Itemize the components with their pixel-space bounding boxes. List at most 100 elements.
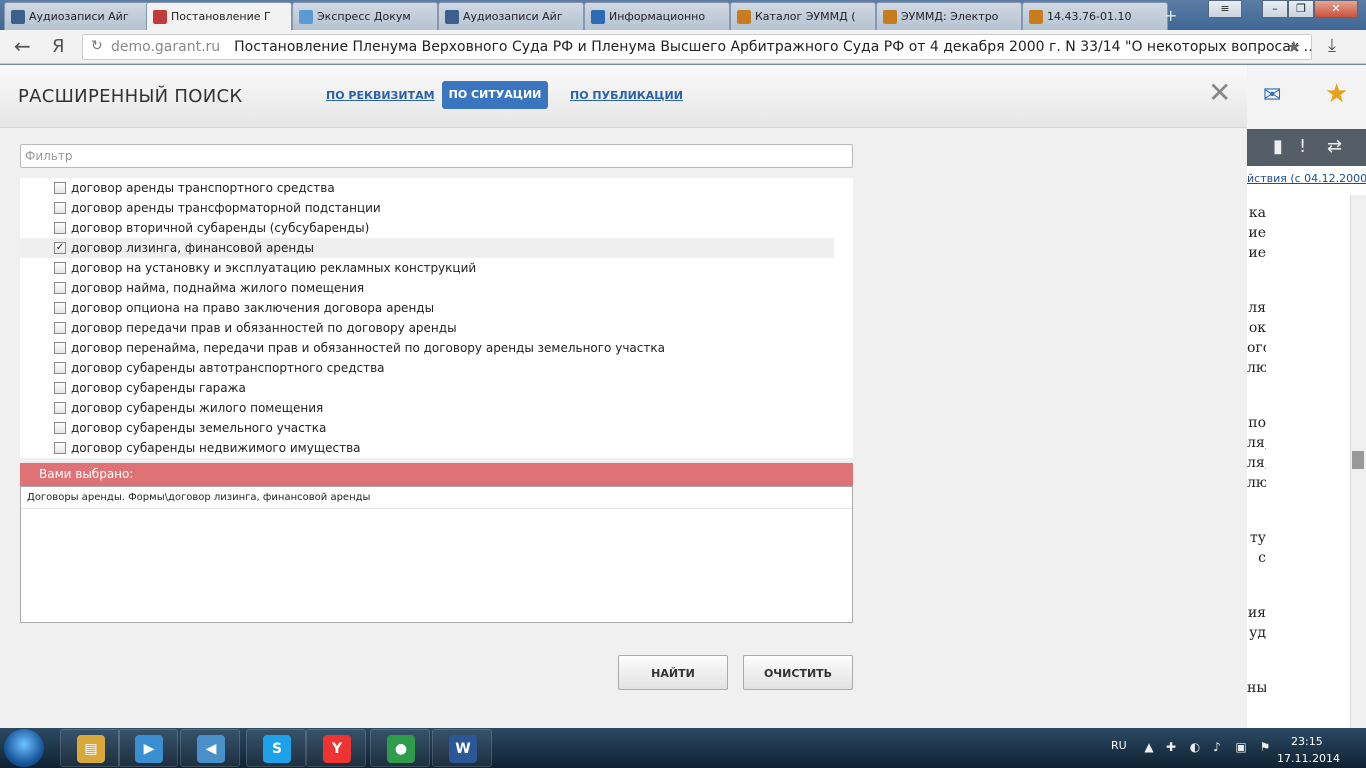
checkbox[interactable]	[54, 262, 66, 274]
play-icon	[11, 10, 25, 24]
advanced-search-dialog: РАСШИРЕННЫЙ ПОИСК ПО РЕКВИЗИТАМ ПО СИТУА…	[0, 65, 1247, 728]
tab-0[interactable]: Аудиозаписи Айг	[4, 2, 150, 30]
find-button[interactable]: НАЙТИ	[618, 655, 728, 690]
tree-item[interactable]: договор перенайма, передачи прав и обяза…	[20, 338, 834, 358]
swap-icon[interactable]: ⇄	[1327, 136, 1342, 157]
tree-item[interactable]: договор на установку и эксплуатацию рекл…	[20, 258, 834, 278]
tab-label: ЭУММД: Электро	[901, 10, 999, 23]
checkbox[interactable]	[54, 282, 66, 294]
checkbox[interactable]	[54, 342, 66, 354]
favorites-star-icon[interactable]: ★	[1325, 79, 1348, 109]
taskbar-app[interactable]: W	[432, 729, 492, 767]
close-dialog-icon[interactable]: ✕	[1208, 79, 1231, 107]
close-window-button[interactable]: ✕	[1314, 0, 1358, 18]
tree-item[interactable]: договор субаренды жилого помещения	[20, 398, 834, 418]
tree-item[interactable]: договор аренды транспортного средства	[20, 178, 834, 198]
document-text-fragment: уд	[1249, 625, 1266, 641]
tree-item-label: договор аренды трансформаторной подстанц…	[71, 201, 381, 215]
tab-by-situation[interactable]: ПО СИТУАЦИИ	[442, 81, 548, 109]
tab-4[interactable]: Информационно	[584, 2, 730, 30]
document-top-toolbar: ✉ ★	[1247, 65, 1366, 129]
tray-volume-icon[interactable]: ♪	[1210, 740, 1224, 754]
taskbar-app[interactable]: ▤	[60, 729, 120, 767]
start-button[interactable]	[4, 729, 44, 767]
checkbox[interactable]	[54, 302, 66, 314]
document-text-fragment: ля,	[1247, 455, 1266, 471]
tree-item[interactable]: договор аренды трансформаторной подстанц…	[20, 198, 834, 218]
tab-by-details[interactable]: ПО РЕКВИЗИТАМ	[326, 89, 435, 102]
edition-link[interactable]: йствия (с 04.12.2000)	[1247, 172, 1366, 185]
tray-display-icon[interactable]: ▣	[1234, 740, 1248, 754]
tab-5[interactable]: Каталог ЭУММД (	[730, 2, 876, 30]
document-text-fragment: с	[1258, 550, 1266, 566]
chrome-icon: ●	[387, 735, 415, 763]
taskbar-app[interactable]: ◀	[180, 729, 240, 767]
checkbox[interactable]	[54, 362, 66, 374]
clock-time[interactable]: 23:15	[1291, 735, 1323, 748]
word-icon: W	[449, 735, 477, 763]
checkbox[interactable]	[54, 382, 66, 394]
checkbox[interactable]	[54, 322, 66, 334]
tree-item[interactable]: договор найма, поднайма жилого помещения	[20, 278, 834, 298]
tray-flag-icon[interactable]: ⚑	[1258, 740, 1272, 754]
checkbox-checked[interactable]: ✓	[54, 242, 66, 254]
tray-network-icon[interactable]: ◐	[1188, 740, 1202, 754]
checkbox[interactable]	[54, 222, 66, 234]
download-icon[interactable]: ⤓	[1328, 35, 1336, 56]
warning-icon[interactable]: !	[1299, 136, 1306, 157]
restore-button[interactable]: ❐	[1288, 0, 1314, 18]
tab-2[interactable]: Экспресс Докум	[292, 2, 438, 30]
checkbox[interactable]	[54, 442, 66, 454]
checkbox[interactable]	[54, 402, 66, 414]
selected-list: Договоры аренды. Формы\договор лизинга, …	[20, 486, 853, 623]
taskbar-app[interactable]: Y	[306, 729, 366, 767]
bookmark-star-icon[interactable]: ★	[1287, 37, 1301, 56]
tray-expand-icon[interactable]: ▲	[1142, 740, 1156, 754]
taskbar-app[interactable]: ▶	[118, 729, 178, 767]
checkbox[interactable]	[54, 182, 66, 194]
clear-button[interactable]: ОЧИСТИТЬ	[743, 655, 853, 690]
tab-1[interactable]: Постановление Г	[146, 2, 292, 31]
tab-3[interactable]: Аудиозаписи Айг	[438, 2, 584, 30]
yandex-button[interactable]: Я	[52, 36, 65, 57]
tab-label: Экспресс Докум	[317, 10, 411, 23]
document-text-fragment: ия	[1247, 605, 1266, 621]
skype-icon: S	[263, 735, 291, 763]
menu-button[interactable]: ≡	[1208, 0, 1242, 18]
language-indicator[interactable]: RU	[1111, 739, 1127, 752]
tree-item[interactable]: договор субаренды земельного участка	[20, 418, 834, 438]
bookmark-icon[interactable]: ▮	[1273, 136, 1283, 157]
clock-date[interactable]: 17.11.2014	[1277, 752, 1340, 765]
taskbar-app[interactable]: ●	[370, 729, 430, 767]
back-button[interactable]: ←	[14, 34, 31, 58]
tree-item-label: договор субаренды недвижимого имущества	[71, 441, 361, 455]
document-text-fragment: ие	[1248, 225, 1266, 241]
tray-add-icon[interactable]: ✚	[1164, 740, 1178, 754]
tab-by-publication[interactable]: ПО ПУБЛИКАЦИИ	[570, 89, 683, 102]
minimize-button[interactable]: –	[1262, 0, 1288, 18]
tree-item[interactable]: ✓ договор лизинга, финансовой аренды	[20, 238, 834, 258]
checkbox[interactable]	[54, 422, 66, 434]
checkbox[interactable]	[54, 202, 66, 214]
pause-icon	[445, 10, 459, 24]
taskbar-app[interactable]: S	[246, 729, 306, 767]
new-tab-button[interactable]: +	[1164, 6, 1177, 25]
tab-6[interactable]: ЭУММД: Электро	[876, 2, 1022, 30]
document-scroll-thumb[interactable]	[1352, 451, 1364, 469]
mail-users-icon[interactable]: ✉	[1263, 83, 1281, 108]
tab-7[interactable]: 14.43.76-01.10	[1022, 2, 1168, 30]
tree-item-label: договор передачи прав и обязанностей по …	[71, 321, 457, 335]
reload-icon[interactable]: ↻	[91, 38, 103, 54]
page-title: Постановление Пленума Верховного Суда РФ…	[234, 39, 1312, 55]
filter-input[interactable]	[20, 144, 853, 168]
tree-item[interactable]: договор субаренды недвижимого имущества	[20, 438, 834, 458]
tree-item[interactable]: договор опциона на право заключения дого…	[20, 298, 834, 318]
url-field[interactable]: ↻ demo.garant.ru Постановление Пленума Ве…	[82, 34, 1312, 60]
tree-item[interactable]: договор субаренды автотранспортного сред…	[20, 358, 834, 378]
tree-item-label: договор аренды транспортного средства	[71, 181, 335, 195]
selected-item[interactable]: Договоры аренды. Формы\договор лизинга, …	[21, 487, 852, 509]
tree-item[interactable]: договор субаренды гаража	[20, 378, 834, 398]
tree-item[interactable]: договор вторичной субаренды (субсубаренд…	[20, 218, 834, 238]
tree-item-label: договор лизинга, финансовой аренды	[71, 241, 314, 255]
tree-item[interactable]: договор передачи прав и обязанностей по …	[20, 318, 834, 338]
